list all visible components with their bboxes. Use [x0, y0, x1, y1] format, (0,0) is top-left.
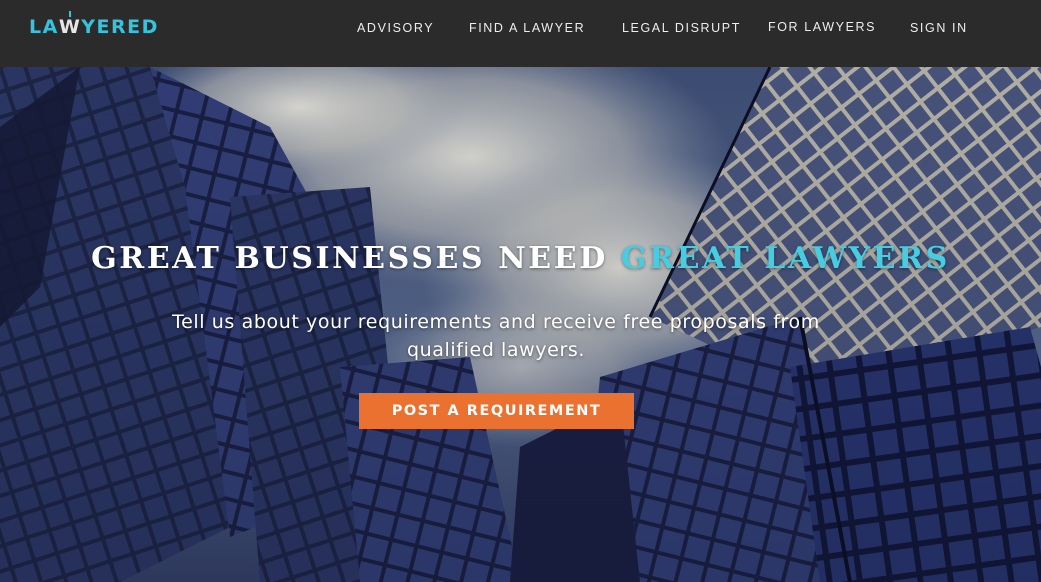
- nav-for-lawyers[interactable]: FOR LAWYERS: [768, 20, 876, 34]
- logo-text-start: LA: [29, 16, 59, 38]
- nav-legal-disrupt[interactable]: LEGAL DISRUPT: [622, 21, 741, 35]
- hero-subtext: Tell us about your requirements and rece…: [172, 311, 820, 361]
- top-navbar: LA W YERED ADVISORY FIND A LAWYER LEGAL DI…: [0, 0, 1041, 67]
- hero-section: GREAT BUSINESSES NEED GREAT LAWYERS Tell…: [0, 67, 1041, 582]
- headline-accent: GREAT LAWYERS: [620, 241, 950, 276]
- logo-text-end: YERED: [81, 16, 159, 38]
- hero-headline: GREAT BUSINESSES NEED GREAT LAWYERS: [0, 241, 1041, 276]
- nav-sign-in[interactable]: SIGN IN: [910, 21, 968, 35]
- lawyered-logo[interactable]: LA W YERED: [29, 16, 159, 38]
- nav-advisory[interactable]: ADVISORY: [357, 21, 434, 35]
- logo-text-w: W: [58, 16, 82, 38]
- post-requirement-button[interactable]: POST A REQUIREMENT: [359, 393, 634, 429]
- headline-main: GREAT BUSINESSES NEED: [91, 241, 621, 276]
- nav-find-a-lawyer[interactable]: FIND A LAWYER: [469, 21, 585, 35]
